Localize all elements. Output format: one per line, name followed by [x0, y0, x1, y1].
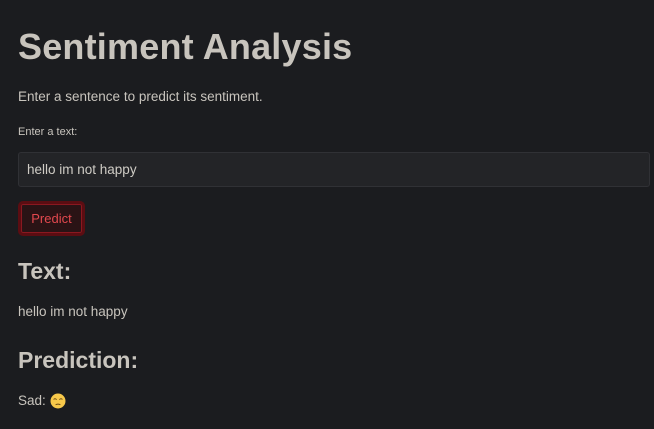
text-heading: Text:	[18, 258, 72, 284]
prediction-result: Sad:	[18, 392, 66, 410]
page-subtitle: Enter a sentence to predict its sentimen…	[18, 89, 263, 104]
predict-button[interactable]: Predict	[18, 201, 85, 236]
page-title: Sentiment Analysis	[18, 26, 353, 67]
text-input[interactable]	[18, 152, 650, 187]
prediction-label: Sad:	[18, 393, 46, 408]
prediction-heading: Prediction:	[18, 347, 139, 373]
pensive-face-icon	[50, 393, 66, 409]
result-text-value: hello im not happy	[18, 304, 128, 319]
text-input-label: Enter a text:	[18, 126, 78, 138]
